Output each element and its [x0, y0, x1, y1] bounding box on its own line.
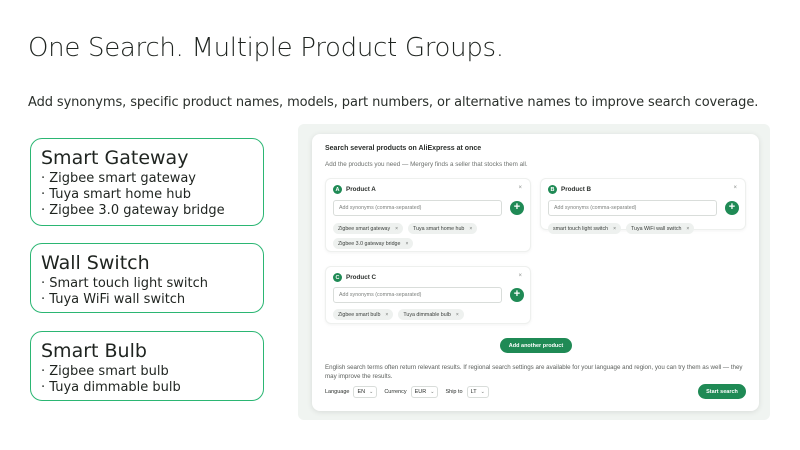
product-badge: A	[333, 185, 342, 194]
slide-subtitle: Add synonyms, specific product names, mo…	[28, 95, 759, 110]
language-select[interactable]: EN ⌄	[353, 386, 378, 398]
remove-product-icon[interactable]: ×	[518, 185, 522, 191]
group-item: · Smart touch light switch	[41, 276, 208, 291]
chip-label: Zigbee smart gateway	[338, 225, 391, 232]
synonym-chip: smart touch light switch ×	[548, 223, 621, 234]
chip-label: Tuya smart home hub	[413, 225, 465, 232]
product-name: Product A	[346, 186, 376, 193]
group-title: Smart Gateway	[41, 147, 189, 169]
group-card-smart-gateway: Smart Gateway · Zigbee smart gateway · T…	[30, 138, 264, 226]
group-title: Smart Bulb	[41, 340, 147, 362]
chip-label: Tuya dimmable bulb	[403, 311, 451, 318]
product-header: A Product A	[333, 185, 376, 194]
chevron-down-icon: ⌄	[369, 389, 374, 395]
slide-title: One Search. Multiple Product Groups.	[28, 33, 504, 63]
chip-remove-icon[interactable]: ×	[395, 226, 398, 232]
synonyms-input[interactable]: Add synonyms (comma-separated)	[548, 200, 717, 216]
product-card-c: C Product C × Add synonyms (comma-separa…	[325, 266, 531, 324]
add-synonym-button[interactable]: +	[725, 201, 739, 215]
chip-remove-icon[interactable]: ×	[405, 241, 408, 247]
group-item: · Zigbee smart gateway	[41, 171, 196, 186]
group-card-wall-switch: Wall Switch · Smart touch light switch ·…	[30, 243, 264, 313]
chip-label: smart touch light switch	[553, 225, 609, 232]
synonym-chip: Tuya WiFi wall switch ×	[625, 223, 695, 234]
synonym-chip: Zigbee 3.0 gateway bridge ×	[333, 238, 414, 249]
currency-label: Currency	[384, 389, 407, 395]
product-card-a: A Product A × Add synonyms (comma-separa…	[325, 178, 531, 252]
language-label: Language	[325, 389, 350, 395]
synonym-chip: Zigbee smart gateway ×	[333, 223, 404, 234]
product-badge: C	[333, 273, 342, 282]
chip-remove-icon[interactable]: ×	[456, 312, 459, 318]
chip-remove-icon[interactable]: ×	[613, 226, 616, 232]
product-card-b: B Product B × Add synonyms (comma-separa…	[540, 178, 746, 234]
language-value: EN	[357, 389, 366, 395]
group-card-smart-bulb: Smart Bulb · Zigbee smart bulb · Tuya di…	[30, 331, 264, 401]
product-name: Product C	[346, 274, 377, 281]
chip-label: Zigbee 3.0 gateway bridge	[338, 240, 401, 247]
synonym-chips: smart touch light switch × Tuya WiFi wall…	[548, 223, 738, 234]
group-item: · Zigbee smart bulb	[41, 364, 169, 379]
remove-product-icon[interactable]: ×	[518, 273, 522, 279]
group-title: Wall Switch	[41, 252, 150, 274]
ship-to-select[interactable]: LT ⌄	[466, 386, 489, 398]
synonym-chip: Zigbee smart bulb ×	[333, 309, 394, 320]
add-another-product-button[interactable]: Add another product	[500, 338, 572, 353]
chevron-down-icon: ⌄	[480, 389, 485, 395]
group-item: · Tuya smart home hub	[41, 187, 191, 202]
chip-remove-icon[interactable]: ×	[686, 226, 689, 232]
chip-label: Zigbee smart bulb	[338, 311, 381, 318]
product-header: C Product C	[333, 273, 376, 282]
ship-to-label: Ship to	[445, 389, 463, 395]
product-header: B Product B	[548, 185, 591, 194]
ship-to-value: LT	[470, 389, 477, 395]
panel-subheading: Add the products you need — Mergery find…	[325, 161, 528, 168]
search-settings: Language EN ⌄ Currency EUR ⌄ Ship to LT ⌄	[325, 386, 492, 398]
search-panel: Search several products on AliExpress at…	[312, 134, 759, 411]
synonyms-input[interactable]: Add synonyms (comma-separated)	[333, 200, 502, 216]
group-item: · Tuya WiFi wall switch	[41, 292, 186, 307]
chip-remove-icon[interactable]: ×	[469, 226, 472, 232]
synonym-chip: Tuya dimmable bulb ×	[398, 309, 464, 320]
panel-heading: Search several products on AliExpress at…	[325, 145, 482, 152]
product-name: Product B	[561, 186, 592, 193]
chip-label: Tuya WiFi wall switch	[630, 225, 682, 232]
currency-select[interactable]: EUR ⌄	[410, 386, 439, 398]
currency-value: EUR	[414, 389, 427, 395]
synonyms-input[interactable]: Add synonyms (comma-separated)	[333, 287, 502, 303]
add-synonym-button[interactable]: +	[510, 288, 524, 302]
search-hint-note: English search terms often return releva…	[325, 364, 743, 380]
group-item: · Tuya dimmable bulb	[41, 380, 181, 395]
chevron-down-icon: ⌄	[430, 389, 435, 395]
product-badge: B	[548, 185, 557, 194]
chip-remove-icon[interactable]: ×	[385, 312, 388, 318]
remove-product-icon[interactable]: ×	[733, 185, 737, 191]
synonym-chips: Zigbee smart bulb × Tuya dimmable bulb ×	[333, 309, 523, 320]
start-search-button[interactable]: Start search	[698, 384, 746, 399]
synonym-chip: Tuya smart home hub ×	[408, 223, 478, 234]
group-item: · Zigbee 3.0 gateway bridge	[41, 203, 225, 218]
synonym-chips: Zigbee smart gateway × Tuya smart home hu…	[333, 223, 513, 249]
add-synonym-button[interactable]: +	[510, 201, 524, 215]
